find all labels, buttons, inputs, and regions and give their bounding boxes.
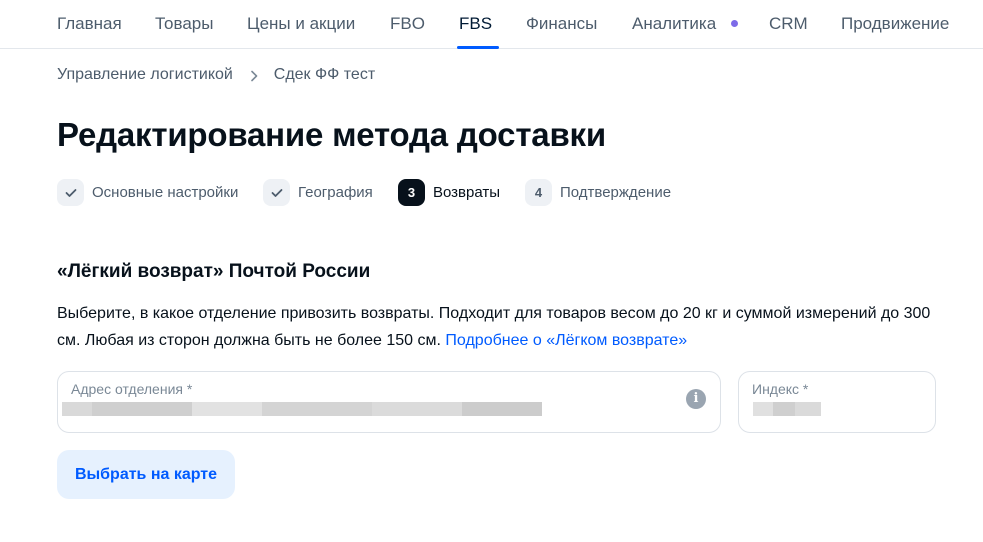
address-field[interactable]: Адрес отделения * i (57, 371, 721, 433)
page-title: Редактирование метода доставки (57, 116, 606, 153)
top-navigation: Главная Товары Цены и акции FBO FBS Фина… (0, 0, 983, 49)
index-field-label: Индекс * (752, 381, 809, 397)
nav-item-crm[interactable]: CRM (769, 14, 808, 34)
active-tab-indicator (457, 46, 499, 49)
chevron-right-icon (249, 69, 259, 82)
step-label: Возвраты (433, 184, 501, 201)
page: Главная Товары Цены и акции FBO FBS Фина… (0, 0, 983, 542)
step-number-badge: 4 (525, 179, 552, 206)
nav-item-prices[interactable]: Цены и акции (247, 14, 355, 34)
breadcrumb-current[interactable]: Сдек ФФ тест (274, 66, 375, 84)
info-icon[interactable]: i (686, 389, 706, 409)
breadcrumb-parent-link[interactable]: Управление логистикой (57, 66, 233, 84)
address-field-label: Адрес отделения * (71, 381, 193, 397)
postal-index-field[interactable]: Индекс * (738, 371, 936, 433)
learn-more-link[interactable]: Подробнее о «Лёгком возврате» (445, 332, 687, 349)
step-label: Основные настройки (92, 184, 239, 201)
check-icon (57, 179, 84, 206)
breadcrumb: Управление логистикой Сдек ФФ тест (57, 66, 375, 84)
section-title: «Лёгкий возврат» Почтой России (57, 261, 371, 282)
step-label: Подтверждение (560, 184, 672, 201)
step-label: География (298, 184, 373, 201)
nav-item-promotion[interactable]: Продвижение (841, 14, 949, 34)
check-icon (263, 179, 290, 206)
select-on-map-button[interactable]: Выбрать на карте (57, 450, 235, 499)
nav-item-fbo[interactable]: FBO (390, 14, 425, 34)
nav-item-fbs[interactable]: FBS (459, 14, 492, 34)
step-number-badge: 3 (398, 179, 425, 206)
nav-item-analytics[interactable]: Аналитика (632, 14, 716, 34)
nav-item-main[interactable]: Главная (57, 14, 122, 34)
nav-item-products[interactable]: Товары (155, 14, 213, 34)
nav-item-finance[interactable]: Финансы (526, 14, 597, 34)
notification-dot (731, 20, 738, 27)
section-description: Выберите, в какое отделение привозить во… (57, 300, 957, 354)
